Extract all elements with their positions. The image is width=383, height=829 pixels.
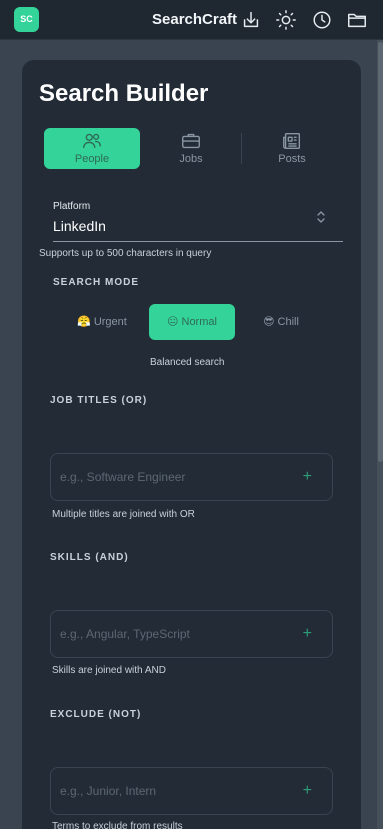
chevron-up-down-icon[interactable]: [315, 210, 327, 224]
steam-face-icon: 😤: [77, 315, 91, 328]
mode-urgent-label: Urgent: [93, 316, 127, 328]
platform-select[interactable]: LinkedIn: [53, 218, 106, 234]
download-icon[interactable]: [240, 9, 262, 31]
platform-helper: Supports up to 500 characters in query: [39, 248, 212, 259]
search-mode-label: SEARCH MODE: [53, 277, 140, 288]
exclude-input[interactable]: [60, 782, 290, 800]
folder-icon[interactable]: [346, 9, 368, 31]
add-exclude-button[interactable]: +: [303, 783, 312, 799]
search-mode-description: Balanced search: [150, 357, 225, 368]
skills-helper: Skills are joined with AND: [52, 665, 166, 676]
skills-input[interactable]: [60, 625, 290, 643]
exclude-helper: Terms to exclude from results: [52, 821, 183, 829]
job-titles-field: +: [50, 453, 333, 501]
tab-posts[interactable]: Posts: [244, 128, 340, 169]
tab-posts-label: Posts: [278, 153, 306, 165]
job-titles-label: JOB TITLES (OR): [50, 395, 148, 406]
add-job-title-button[interactable]: +: [303, 469, 312, 485]
platform-label: Platform: [53, 201, 91, 212]
briefcase-icon: [180, 130, 202, 152]
mode-normal-button[interactable]: 😐 Normal: [149, 304, 235, 340]
newspaper-icon: [281, 130, 303, 152]
sunglasses-face-icon: 😎: [263, 315, 275, 328]
people-icon: [81, 130, 103, 152]
history-icon[interactable]: [311, 9, 333, 31]
exclude-field: +: [50, 767, 333, 815]
tab-people-label: People: [74, 153, 110, 165]
app-logo[interactable]: SC: [14, 7, 39, 32]
mode-chill-label: Chill: [277, 316, 299, 328]
neutral-face-icon: 😐: [167, 315, 179, 328]
tab-jobs[interactable]: Jobs: [143, 128, 239, 169]
tab-divider: [241, 133, 242, 164]
tab-jobs-label: Jobs: [179, 153, 203, 165]
platform-underline: [53, 241, 343, 242]
mode-normal-label: Normal: [181, 316, 217, 328]
skills-label: SKILLS (AND): [50, 552, 129, 563]
skills-field: +: [50, 610, 333, 658]
app-title: SearchCraft: [152, 11, 238, 28]
add-skill-button[interactable]: +: [303, 626, 312, 642]
sun-icon[interactable]: [275, 9, 297, 31]
page-title: Search Builder: [39, 80, 209, 107]
mode-urgent-button[interactable]: 😤 Urgent: [60, 304, 144, 340]
mode-chill-button[interactable]: 😎 Chill: [241, 304, 321, 340]
tab-people[interactable]: People: [44, 128, 140, 169]
exclude-label: EXCLUDE (NOT): [50, 709, 142, 720]
app-header: SC SearchCraft: [0, 0, 383, 40]
job-titles-helper: Multiple titles are joined with OR: [52, 509, 195, 520]
job-titles-input[interactable]: [60, 468, 290, 486]
scrollbar-thumb[interactable]: [378, 42, 383, 462]
